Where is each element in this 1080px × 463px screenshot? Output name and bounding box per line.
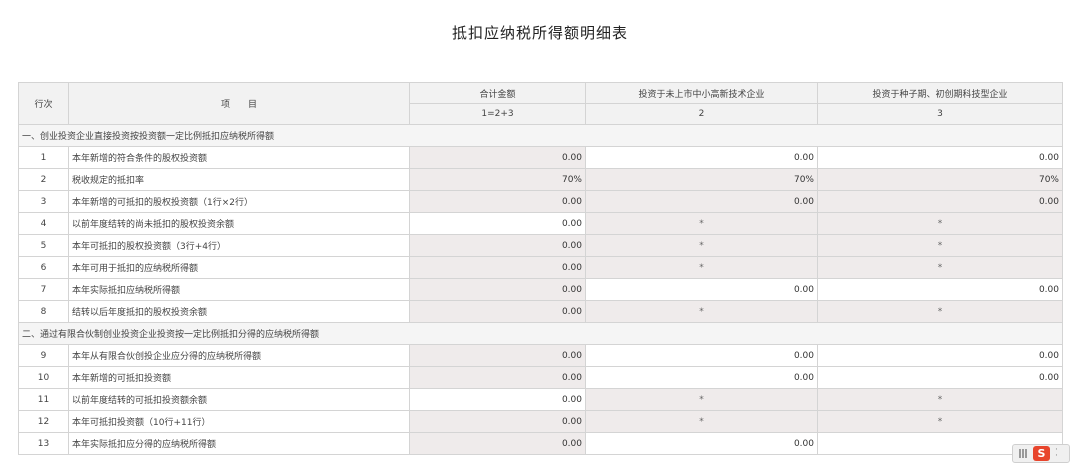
hightech-value: 70% (585, 168, 818, 191)
row-no: 1 (18, 146, 69, 169)
seed-value: 0.00 (817, 190, 1063, 213)
formula-seed: 3 (817, 103, 1063, 125)
hightech-input[interactable]: 0.00 (585, 432, 818, 455)
hightech-input[interactable]: 0.00 (585, 146, 818, 169)
row-no: 5 (18, 234, 69, 257)
table-row: 1 本年新增的符合条件的股权投资额 0.00 0.00 0.00 (18, 146, 1063, 169)
hightech-value: * (585, 256, 818, 279)
seed-input[interactable]: 0.00 (817, 366, 1063, 389)
total-value: 0.00 (409, 432, 586, 455)
deduction-table: 行次 项 目 合计金额 投资于未上市中小高新技术企业 投资于种子期、初创期科技型… (18, 82, 1063, 455)
formula-hightech: 2 (585, 103, 818, 125)
table-row: 10 本年新增的可抵扣投资额 0.00 0.00 0.00 (18, 366, 1063, 389)
table-row: 2 税收规定的抵扣率 70% 70% 70% (18, 168, 1063, 191)
table-row: 5 本年可抵扣的股权投资额（3行+4行） 0.00 * * (18, 234, 1063, 257)
row-no: 7 (18, 278, 69, 301)
row-item: 本年可用于抵扣的应纳税所得额 (68, 256, 410, 279)
row-item: 本年新增的符合条件的股权投资额 (68, 146, 410, 169)
seed-value: * (817, 388, 1063, 411)
row-item: 本年从有限合伙创投企业应分得的应纳税所得额 (68, 344, 410, 367)
more-icon[interactable]: · · (1055, 446, 1058, 461)
total-value: 0.00 (409, 278, 586, 301)
table-row: 6 本年可用于抵扣的应纳税所得额 0.00 * * (18, 256, 1063, 279)
total-value: 70% (409, 168, 586, 191)
total-value: 0.00 (409, 146, 586, 169)
keyboard-icon[interactable] (1019, 449, 1028, 458)
row-item: 本年实际抵扣应纳税所得额 (68, 278, 410, 301)
row-item: 结转以后年度抵扣的股权投资余额 (68, 300, 410, 323)
row-no: 3 (18, 190, 69, 213)
seed-value: * (817, 256, 1063, 279)
header-total: 合计金额 (409, 82, 586, 104)
table-row: 9 本年从有限合伙创投企业应分得的应纳税所得额 0.00 0.00 0.00 (18, 344, 1063, 367)
page-title: 抵扣应纳税所得额明细表 (451, 24, 628, 42)
seed-value: * (817, 212, 1063, 235)
row-item: 以前年度结转的可抵扣投资额余额 (68, 388, 410, 411)
row-no: 2 (18, 168, 69, 191)
table-row: 12 本年可抵扣投资额（10行+11行） 0.00 * * (18, 410, 1063, 433)
row-no: 8 (18, 300, 69, 323)
row-no: 10 (18, 366, 69, 389)
seed-value: * (817, 300, 1063, 323)
header-seed: 投资于种子期、初创期科技型企业 (817, 82, 1063, 104)
hightech-input[interactable]: 0.00 (585, 344, 818, 367)
row-no: 9 (18, 344, 69, 367)
total-value: 0.00 (409, 256, 586, 279)
table-row: 4 以前年度结转的尚未抵扣的股权投资余额 0.00 * * (18, 212, 1063, 235)
row-no: 11 (18, 388, 69, 411)
hightech-input[interactable]: 0.00 (585, 366, 818, 389)
row-no: 4 (18, 212, 69, 235)
hightech-value: * (585, 212, 818, 235)
total-value: 0.00 (409, 410, 586, 433)
hightech-value: * (585, 300, 818, 323)
section-title: 一、创业投资企业直接投资按投资额一定比例抵扣应纳税所得额 (18, 124, 1063, 147)
table-row: 11 以前年度结转的可抵扣投资额余额 0.00 * * (18, 388, 1063, 411)
row-item: 以前年度结转的尚未抵扣的股权投资余额 (68, 212, 410, 235)
total-input[interactable]: 0.00 (409, 388, 586, 411)
hightech-value: * (585, 388, 818, 411)
hightech-value: 0.00 (585, 190, 818, 213)
total-value: 0.00 (409, 300, 586, 323)
table-row: 8 结转以后年度抵扣的股权投资余额 0.00 * * (18, 300, 1063, 323)
seed-input[interactable]: 0.00 (817, 146, 1063, 169)
seed-input[interactable]: 0.00 (817, 344, 1063, 367)
hightech-value: * (585, 410, 818, 433)
total-input[interactable]: 0.00 (409, 212, 586, 235)
row-item: 本年新增的可抵扣投资额 (68, 366, 410, 389)
table-row: 7 本年实际抵扣应纳税所得额 0.00 0.00 0.00 (18, 278, 1063, 301)
total-value: 0.00 (409, 190, 586, 213)
row-item: 税收规定的抵扣率 (68, 168, 410, 191)
row-item: 本年可抵扣的股权投资额（3行+4行） (68, 234, 410, 257)
row-item: 本年可抵扣投资额（10行+11行） (68, 410, 410, 433)
seed-value: 70% (817, 168, 1063, 191)
sogou-logo-icon[interactable]: S (1033, 446, 1050, 461)
header-row-no: 行次 (18, 82, 69, 125)
hightech-input[interactable]: 0.00 (585, 278, 818, 301)
table-row: 3 本年新增的可抵扣的股权投资额（1行×2行） 0.00 0.00 0.00 (18, 190, 1063, 213)
section-title: 二、通过有限合伙制创业投资企业投资按一定比例抵扣分得的应纳税所得额 (18, 322, 1063, 345)
total-value: 0.00 (409, 234, 586, 257)
row-item: 本年实际抵扣应分得的应纳税所得额 (68, 432, 410, 455)
ime-toolbar[interactable]: S · · (1012, 444, 1070, 463)
table-row: 13 本年实际抵扣应分得的应纳税所得额 0.00 0.00 (18, 432, 1063, 455)
hightech-value: * (585, 234, 818, 257)
row-no: 13 (18, 432, 69, 455)
total-value: 0.00 (409, 344, 586, 367)
row-no: 6 (18, 256, 69, 279)
formula-total: 1=2+3 (409, 103, 586, 125)
header-hightech: 投资于未上市中小高新技术企业 (585, 82, 818, 104)
row-item: 本年新增的可抵扣的股权投资额（1行×2行） (68, 190, 410, 213)
total-value: 0.00 (409, 366, 586, 389)
seed-value: * (817, 234, 1063, 257)
header-item: 项 目 (68, 82, 410, 125)
seed-value: * (817, 410, 1063, 433)
row-no: 12 (18, 410, 69, 433)
seed-input[interactable]: 0.00 (817, 278, 1063, 301)
